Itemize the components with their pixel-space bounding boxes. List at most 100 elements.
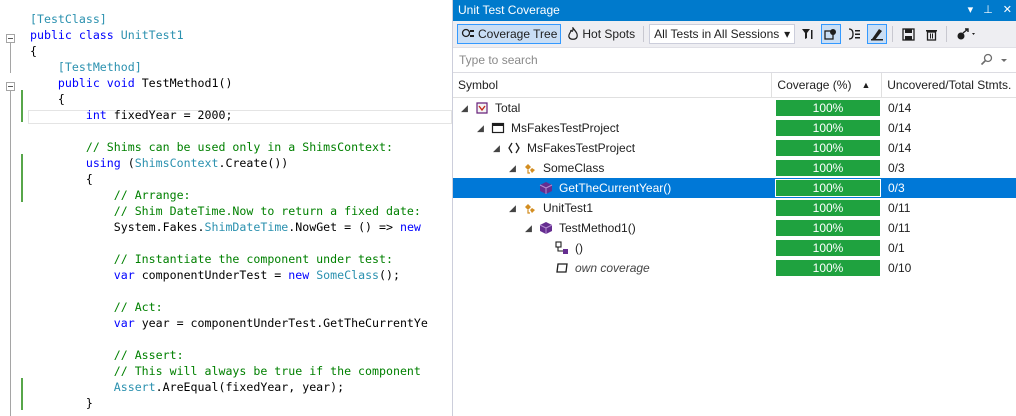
save-button[interactable] bbox=[898, 24, 918, 44]
window-position-icon[interactable]: ▾ bbox=[968, 0, 974, 21]
search-input[interactable] bbox=[453, 48, 980, 72]
import-icon bbox=[849, 28, 861, 40]
tree-row-total[interactable]: ◢ Total 100% 0/14 bbox=[453, 98, 1016, 118]
collapse-class-toggle[interactable] bbox=[6, 34, 15, 43]
stmts-cell: 0/11 bbox=[888, 201, 911, 215]
code-token: .Create()) bbox=[218, 156, 289, 170]
code-token: componentUnderTest = bbox=[141, 268, 289, 282]
symbol-label: MsFakesTestProject bbox=[527, 141, 636, 155]
session-select[interactable]: All Tests in All Sessions ▾ bbox=[649, 24, 796, 44]
flame-icon bbox=[568, 27, 579, 40]
symbol-cell: () bbox=[453, 238, 773, 258]
import-button[interactable] bbox=[844, 24, 864, 44]
symbol-cell: ◢ SomeClass bbox=[453, 158, 773, 178]
changed-line-marker bbox=[21, 378, 23, 410]
delete-button[interactable] bbox=[921, 24, 941, 44]
code-line: // Instantiate the component under test: bbox=[30, 251, 452, 267]
search-options-icon[interactable] bbox=[980, 53, 994, 67]
code-token: .AreEqual(fixedYear, year); bbox=[155, 380, 345, 394]
code-token: public class bbox=[30, 28, 121, 42]
filter-icon bbox=[802, 29, 813, 39]
tree-row-lambda-anonymous[interactable]: () 100% 0/1 bbox=[453, 238, 1016, 258]
code-line: var componentUnderTest = new SomeClass()… bbox=[30, 267, 452, 283]
code-token: public void bbox=[30, 76, 142, 90]
code-token: ShimsContext bbox=[134, 156, 219, 170]
code-token: System.Fakes. bbox=[30, 220, 205, 234]
symbol-cell: own coverage bbox=[453, 258, 773, 278]
expand-collapse-icon[interactable]: ◢ bbox=[461, 98, 468, 118]
namespace-icon bbox=[507, 141, 521, 155]
export-icon bbox=[824, 29, 837, 40]
class-icon bbox=[523, 161, 537, 175]
coverage-bar: 100% bbox=[776, 100, 880, 116]
code-token: new bbox=[399, 220, 421, 234]
coverage-cell: 100% bbox=[773, 258, 883, 278]
coverage-bar: 100% bbox=[776, 220, 880, 236]
expand-collapse-icon[interactable]: ◢ bbox=[525, 218, 532, 238]
search-bar bbox=[453, 48, 1016, 73]
own-icon bbox=[555, 261, 569, 275]
stmts-column-header[interactable]: Uncovered/Total Stmts. bbox=[882, 73, 1016, 97]
coverage-cell: 100% bbox=[773, 118, 883, 138]
highlight-coverage-button[interactable] bbox=[867, 24, 888, 44]
tree-row-class-someclass[interactable]: ◢ SomeClass 100% 0/3 bbox=[453, 158, 1016, 178]
tree-row-method-getthecurrentyear[interactable]: GetTheCurrentYear() 100% 0/3 bbox=[453, 178, 1016, 198]
stmts-column-label: Uncovered/Total Stmts. bbox=[887, 78, 1012, 92]
code-token: fixedYear = 2000; bbox=[113, 108, 233, 122]
method-icon bbox=[539, 221, 553, 235]
code-token: var bbox=[30, 268, 142, 282]
symbol-label: MsFakesTestProject bbox=[511, 121, 620, 135]
coverage-bar: 100% bbox=[775, 179, 881, 197]
coverage-column-header[interactable]: Coverage (%) ▲ bbox=[772, 73, 883, 97]
outline-guide bbox=[10, 43, 11, 73]
expand-collapse-icon[interactable]: ◢ bbox=[493, 138, 500, 158]
tree-row-method-testmethod1[interactable]: ◢ TestMethod1() 100% 0/11 bbox=[453, 218, 1016, 238]
chevron-down-icon: ▾ bbox=[784, 27, 791, 41]
collapse-method-toggle[interactable] bbox=[6, 82, 15, 91]
symbol-column-header[interactable]: Symbol bbox=[453, 73, 773, 97]
sort-ascending-icon: ▲ bbox=[861, 80, 871, 90]
stmts-cell: 0/3 bbox=[888, 161, 905, 175]
coverage-cell: 100% bbox=[773, 218, 883, 238]
coverage-tree-button[interactable]: Coverage Tree bbox=[457, 24, 562, 44]
code-token: Assert bbox=[30, 380, 156, 394]
expand-collapse-icon[interactable]: ◢ bbox=[509, 158, 516, 178]
tree-row-class-unittest1[interactable]: ◢ UnitTest1 100% 0/11 bbox=[453, 198, 1016, 218]
stmts-cell: 0/14 bbox=[888, 121, 912, 135]
outline-guide bbox=[10, 91, 11, 416]
stmts-cell: 0/10 bbox=[888, 261, 912, 275]
panel-title-bar[interactable]: Unit Test Coverage ▾ ⊥ ✕ bbox=[453, 0, 1016, 21]
settings-dropdown-button[interactable] bbox=[952, 24, 982, 44]
changed-line-marker bbox=[21, 186, 23, 202]
symbol-label: SomeClass bbox=[543, 161, 605, 175]
code-line: // Shims can be used only in a ShimsCont… bbox=[30, 139, 452, 155]
search-dropdown-icon[interactable] bbox=[1000, 53, 1008, 67]
code-editor[interactable]: [TestClass] public class UnitTest1{ [Test… bbox=[0, 0, 452, 416]
hot-spots-label: Hot Spots bbox=[582, 27, 636, 41]
session-select-value: All Tests in All Sessions bbox=[654, 27, 780, 41]
toolbar-separator bbox=[892, 26, 894, 42]
code-token: // Arrange: bbox=[30, 188, 191, 202]
code-token: (); bbox=[379, 268, 400, 282]
hot-spots-button[interactable]: Hot Spots bbox=[564, 24, 638, 44]
symbol-cell: ◢ UnitTest1 bbox=[453, 198, 773, 218]
toolbar-separator bbox=[643, 26, 645, 42]
auto-hide-pin-icon[interactable]: ⊥ bbox=[983, 0, 993, 21]
solution-icon bbox=[475, 101, 489, 115]
symbol-cell: ◢ MsFakesTestProject bbox=[453, 138, 773, 158]
code-token: new bbox=[288, 268, 317, 282]
coverage-tree-label: Coverage Tree bbox=[478, 27, 558, 41]
changed-line-marker bbox=[21, 106, 23, 122]
tree-row-project-msfakestestproject[interactable]: ◢ MsFakesTestProject 100% 0/14 bbox=[453, 118, 1016, 138]
export-button[interactable] bbox=[821, 24, 842, 44]
close-icon[interactable]: ✕ bbox=[1003, 0, 1012, 21]
expand-collapse-icon[interactable]: ◢ bbox=[477, 118, 484, 138]
tree-row-namespace-msfakestestproject[interactable]: ◢ MsFakesTestProject 100% 0/14 bbox=[453, 138, 1016, 158]
class-icon bbox=[523, 201, 537, 215]
expand-collapse-icon[interactable]: ◢ bbox=[509, 198, 516, 218]
filter-button[interactable] bbox=[798, 24, 818, 44]
tree-row-own-coverage[interactable]: own coverage 100% 0/10 bbox=[453, 258, 1016, 278]
